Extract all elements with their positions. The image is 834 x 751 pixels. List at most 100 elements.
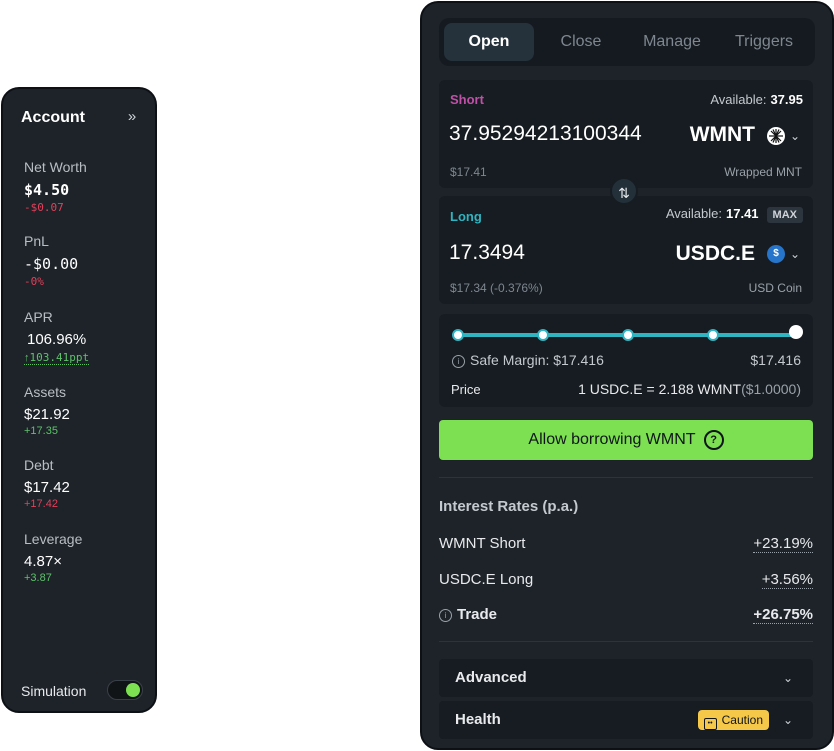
stat-value: 106.96% <box>27 331 87 348</box>
toggle-knob <box>126 683 140 697</box>
stat-label: PnL <box>24 233 49 249</box>
allow-borrowing-button[interactable]: Allow borrowing WMNT? <box>439 420 813 460</box>
simulation-toggle[interactable] <box>107 680 143 700</box>
stat-label: APR <box>24 309 53 325</box>
advanced-accordion[interactable]: Advanced ⌄ <box>439 659 813 697</box>
allow-button-label: Allow borrowing WMNT <box>528 431 696 448</box>
stat-delta: ↑103.41ppt <box>24 351 90 365</box>
help-icon[interactable]: ? <box>703 429 724 450</box>
stat-delta-value: 103.41ppt <box>29 351 90 364</box>
long-amount-input[interactable] <box>449 241 649 265</box>
interest-rates-title: Interest Rates (p.a.) <box>439 498 579 515</box>
price-ratio: 1 USDC.E = 2.188 WMNT <box>578 381 742 397</box>
available-label: Available: <box>710 92 767 107</box>
chevron-down-icon[interactable]: ⌄ <box>790 248 802 260</box>
slider-step[interactable] <box>537 329 549 341</box>
stat-delta: +17.35 <box>24 425 58 437</box>
health-label: Health <box>455 711 501 728</box>
stat-label: Leverage <box>24 531 83 547</box>
usdc-token-icon: $ <box>767 245 785 263</box>
stat-net-worth: Net Worth $4.50 -$0.07 <box>24 159 154 214</box>
long-card: Long Available: 17.41 MAX USDC.E $ ⌄ $17.3… <box>439 196 813 304</box>
stat-delta: -$0.07 <box>24 201 64 214</box>
slider-thumb[interactable] <box>789 325 803 339</box>
stat-leverage: Leverage 4.87× +3.87 <box>24 531 154 584</box>
info-icon[interactable]: i <box>439 608 452 622</box>
long-label: Long <box>450 209 482 224</box>
short-usd: $17.41 <box>450 165 487 179</box>
short-token-name: Wrapped MNT <box>724 165 802 179</box>
tab-bar: Open Close Manage Triggers <box>439 18 815 66</box>
margin-card: i Safe Margin: $17.416 $17.416 Price 1 US… <box>439 314 813 407</box>
advanced-label: Advanced <box>455 669 527 686</box>
margin-right-value: $17.416 <box>750 352 801 368</box>
tab-close[interactable]: Close <box>536 23 626 61</box>
stat-label: Assets <box>24 384 67 400</box>
stat-label: Debt <box>24 457 54 473</box>
long-usd: $17.34 (-0.376%) <box>450 281 543 295</box>
tab-triggers[interactable]: Triggers <box>719 23 809 61</box>
rate-label: WMNT Short <box>439 535 526 552</box>
short-available: Available: 37.95 <box>710 92 803 107</box>
rate-label: USDC.E Long <box>439 571 534 588</box>
available-value: 37.95 <box>770 92 803 107</box>
stat-assets: Assets $21.92 +17.35 <box>24 384 154 437</box>
chevron-down-icon: ⌄ <box>782 713 793 727</box>
long-token[interactable]: USDC.E <box>676 242 755 266</box>
divider <box>439 641 813 642</box>
short-label: Short <box>450 92 484 107</box>
collapse-icon[interactable]: » <box>123 108 141 126</box>
price-label: Price <box>451 382 481 397</box>
health-accordion[interactable]: Health •• Caution ⌄ <box>439 701 813 739</box>
leverage-slider[interactable] <box>439 324 813 344</box>
caution-face-icon: •• <box>703 718 717 730</box>
chevron-down-icon[interactable]: ⌄ <box>790 130 802 142</box>
max-button[interactable]: MAX <box>766 207 803 223</box>
available-value: 17.41 <box>726 206 759 221</box>
account-title: Account <box>21 109 85 126</box>
tab-manage[interactable]: Manage <box>627 23 717 61</box>
rate-row-short: WMNT Short +23.19% <box>439 535 813 553</box>
stat-value: -$0.00 <box>24 255 79 273</box>
rate-label: Trade <box>457 606 498 623</box>
chevron-down-icon: ⌄ <box>782 671 793 685</box>
long-available: Available: 17.41 MAX <box>666 206 803 223</box>
long-token-name: USD Coin <box>748 281 802 295</box>
short-token[interactable]: WMNT <box>690 123 755 147</box>
stat-delta: +3.87 <box>24 572 52 584</box>
stat-debt: Debt $17.42 +17.42 <box>24 457 154 510</box>
rate-value: +3.56% <box>761 571 813 589</box>
short-card: Short Available:37.95 WMNT ⌄ $17.41 Wrap… <box>439 80 813 188</box>
caution-label: Caution <box>721 713 763 727</box>
safe-margin-label: Safe Margin: <box>470 352 550 368</box>
short-amount-input[interactable] <box>449 122 674 146</box>
stat-value: $4.50 <box>24 181 70 199</box>
divider <box>439 477 813 478</box>
rate-row-long: USDC.E Long +3.56% <box>439 571 813 589</box>
stat-pnl: PnL -$0.00 -0% <box>24 233 154 288</box>
slider-step[interactable] <box>707 329 719 341</box>
stat-value: 4.87× <box>24 553 62 570</box>
swap-icon[interactable]: ⇅ <box>610 177 638 205</box>
stat-value: $17.42 <box>24 479 70 496</box>
stat-value: $21.92 <box>24 406 70 423</box>
safe-margin: i Safe Margin: $17.416 <box>452 352 604 368</box>
stat-apr: APR 106.96% ↑103.41ppt <box>24 309 154 366</box>
info-icon[interactable]: i <box>452 354 465 368</box>
trade-panel: Open Close Manage Triggers Short Availab… <box>420 1 834 750</box>
tab-open[interactable]: Open <box>444 23 534 61</box>
rate-value: +23.19% <box>753 535 813 553</box>
account-panel: Account » Net Worth $4.50 -$0.07 PnL -$0… <box>1 87 157 713</box>
stat-delta: +17.42 <box>24 498 58 510</box>
slider-step[interactable] <box>622 329 634 341</box>
rate-value: +26.75% <box>753 606 813 624</box>
rate-row-trade: i Trade +26.75% <box>439 606 813 624</box>
slider-step[interactable] <box>452 329 464 341</box>
price-usd: ($1.0000) <box>741 381 801 397</box>
available-label: Available: <box>665 206 722 221</box>
wmnt-token-icon <box>767 127 785 145</box>
safe-margin-value: $17.416 <box>553 352 604 368</box>
simulation-label: Simulation <box>21 683 87 699</box>
caution-badge: •• Caution <box>697 710 769 730</box>
stat-label: Net Worth <box>24 159 87 175</box>
